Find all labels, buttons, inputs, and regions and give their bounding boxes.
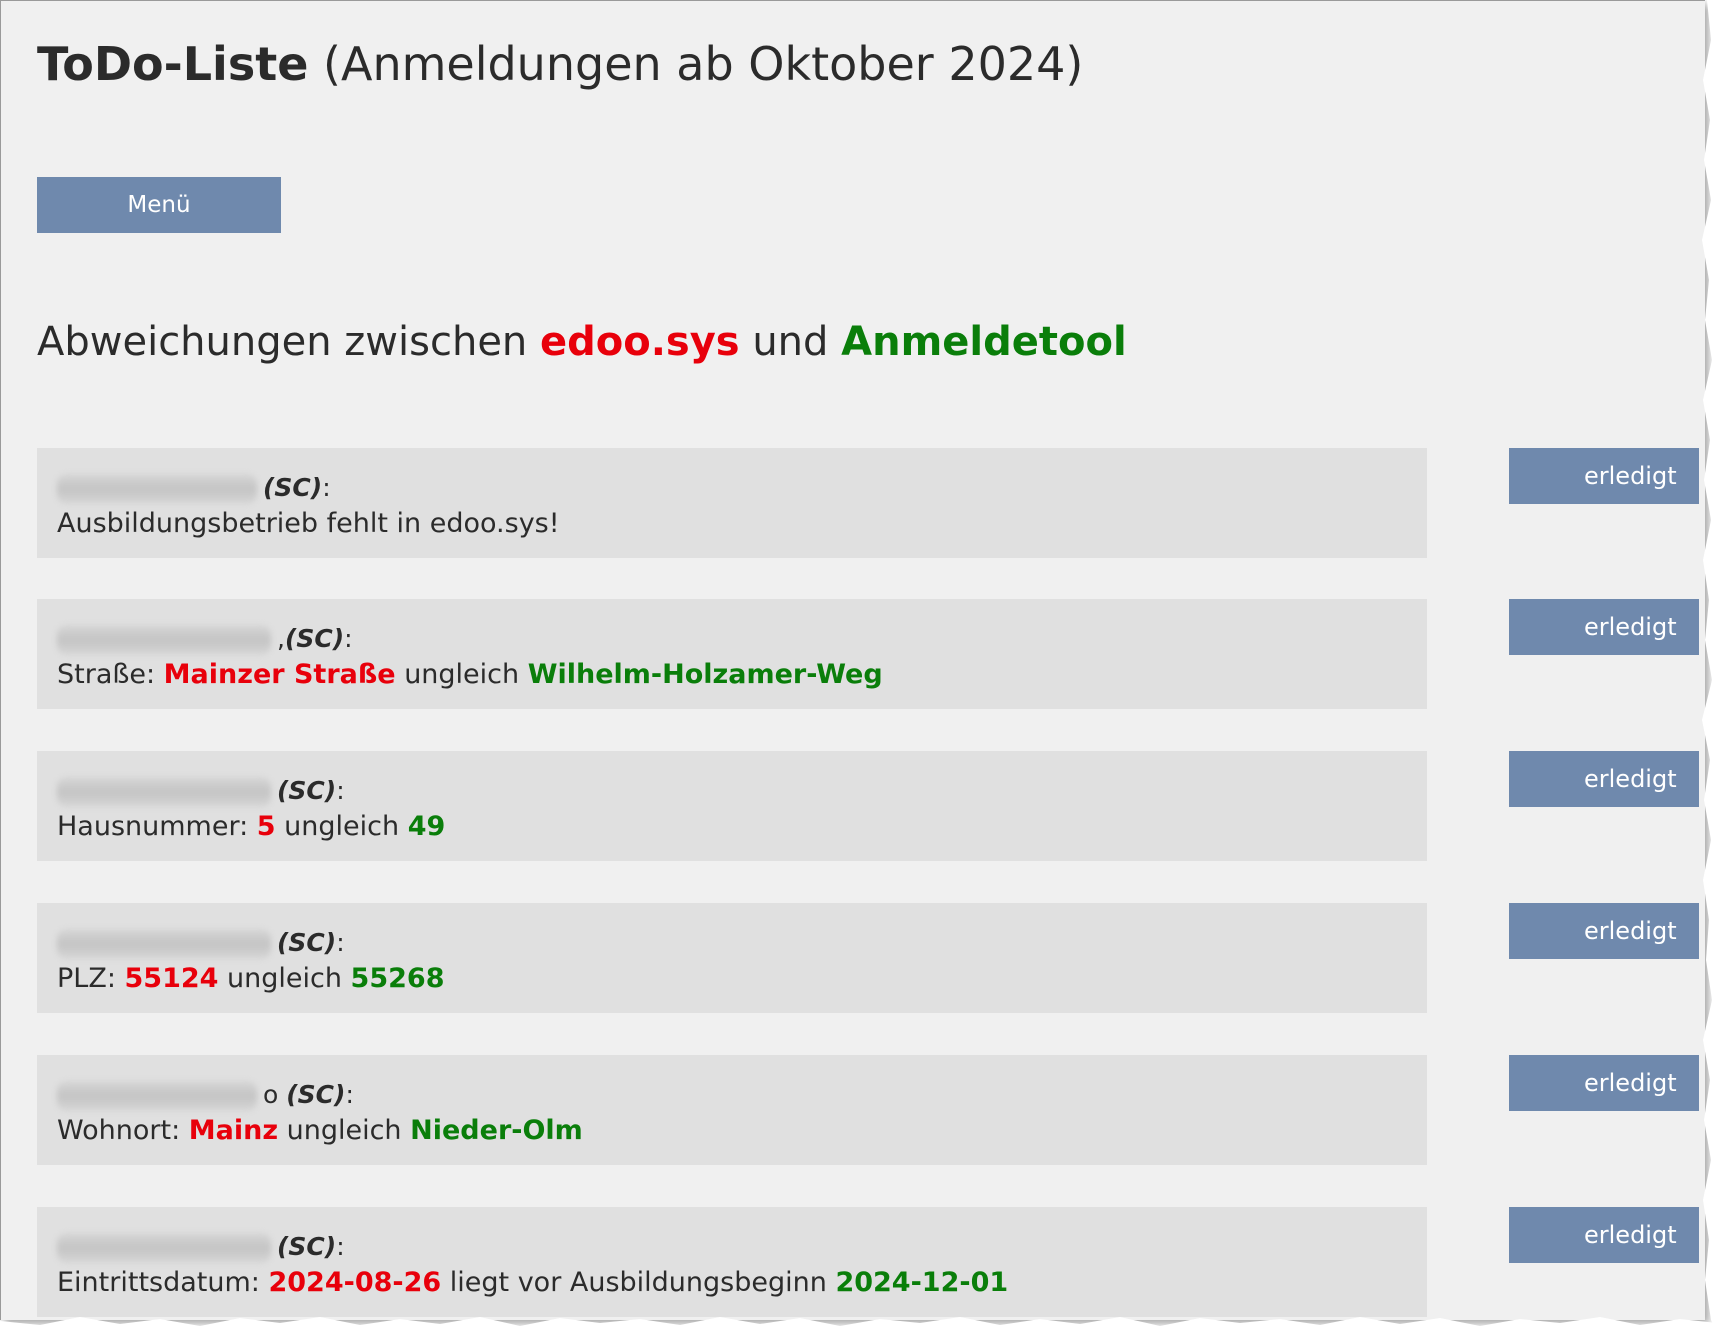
value-edoo: Mainz (188, 1115, 279, 1146)
discrepancy-row: (SC): Eintrittsdatum: 2024-08-26 liegt v… (37, 1207, 1427, 1317)
value-tool: Wilhelm-Holzamer-Weg (527, 659, 883, 690)
page-title: ToDo-Liste (Anmeldungen ab Oktober 2024) (37, 37, 1083, 91)
discrepancy-row: (SC): Ausbildungsbetrieb fehlt in edoo.s… (37, 448, 1427, 558)
page: ToDo-Liste (Anmeldungen ab Oktober 2024)… (0, 0, 1705, 1320)
section-heading: Abweichungen zwischen edoo.sys und Anmel… (37, 319, 1127, 365)
discrepancy-detail: Hausnummer: 5 ungleich 49 (57, 807, 445, 847)
redacted-name (57, 474, 257, 504)
source-edoo-label: edoo.sys (540, 319, 740, 365)
student-name: (SC): (57, 771, 345, 811)
name-suffix: , (277, 624, 285, 653)
class-tag: (SC) (277, 928, 337, 957)
discrepancy-detail: Wohnort: Mainz ungleich Nieder-Olm (57, 1111, 583, 1151)
student-name: (SC): (57, 1227, 345, 1267)
redacted-name (57, 1081, 257, 1111)
value-tool: 2024-12-01 (835, 1267, 1009, 1298)
torn-edge-bottom (0, 1317, 1717, 1333)
source-tool-label: Anmeldetool (841, 319, 1127, 365)
field-label: Wohnort: (57, 1115, 189, 1146)
value-tool: Nieder-Olm (410, 1115, 583, 1146)
discrepancy-row: (SC): PLZ: 55124 ungleich 55268 (37, 903, 1427, 1013)
page-title-subtitle: (Anmeldungen ab Oktober 2024) (308, 37, 1084, 91)
name-colon: : (345, 1080, 354, 1109)
value-edoo: 5 (256, 811, 276, 842)
field-label: PLZ: (57, 963, 125, 994)
field-label: Hausnummer: (57, 811, 257, 842)
class-tag: (SC) (286, 1080, 346, 1109)
redacted-name (57, 929, 271, 959)
discrepancy-row: o (SC): Wohnort: Mainz ungleich Nieder-O… (37, 1055, 1427, 1165)
student-name: ,(SC): (57, 619, 353, 659)
done-button[interactable]: erledigt (1509, 903, 1699, 959)
redacted-name (57, 777, 271, 807)
value-edoo: 2024-08-26 (268, 1267, 442, 1298)
value-edoo: 55124 (124, 963, 219, 994)
discrepancy-detail: Straße: Mainzer Straße ungleich Wilhelm-… (57, 655, 883, 695)
value-tool: 55268 (350, 963, 445, 994)
discrepancy-detail: Eintrittsdatum: 2024-08-26 liegt vor Aus… (57, 1263, 1008, 1303)
name-colon: : (336, 776, 345, 805)
comparison-text: ungleich (395, 659, 528, 690)
done-button[interactable]: erledigt (1509, 751, 1699, 807)
done-button[interactable]: erledigt (1509, 599, 1699, 655)
page-title-main: ToDo-Liste (37, 37, 309, 91)
comparison-text: liegt vor Ausbildungsbeginn (441, 1267, 836, 1298)
discrepancy-row: (SC): Hausnummer: 5 ungleich 49 (37, 751, 1427, 861)
student-name: (SC): (57, 468, 331, 508)
field-label: Eintrittsdatum: (57, 1267, 269, 1298)
class-tag: (SC) (284, 624, 345, 653)
value-edoo: Mainzer Straße (163, 659, 396, 690)
discrepancy-detail: Ausbildungsbetrieb fehlt in edoo.sys! (57, 508, 560, 539)
menu-button[interactable]: Menü (37, 177, 281, 233)
section-heading-prefix: Abweichungen zwischen (37, 319, 540, 365)
discrepancy-row: ,(SC): Straße: Mainzer Straße ungleich W… (37, 599, 1427, 709)
student-name: o (SC): (57, 1075, 354, 1115)
name-suffix: o (263, 1080, 279, 1109)
redacted-name (57, 625, 271, 655)
done-button[interactable]: erledigt (1509, 1207, 1699, 1263)
class-tag: (SC) (277, 776, 337, 805)
field-label: Straße: (57, 659, 164, 690)
done-button[interactable]: erledigt (1509, 448, 1699, 504)
comparison-text: ungleich (278, 1115, 411, 1146)
class-tag: (SC) (263, 473, 323, 502)
student-name: (SC): (57, 923, 345, 963)
name-colon: : (344, 624, 353, 653)
name-colon: : (322, 473, 331, 502)
value-tool: 49 (407, 811, 446, 842)
name-colon: : (336, 928, 345, 957)
name-colon: : (336, 1232, 345, 1261)
done-button[interactable]: erledigt (1509, 1055, 1699, 1111)
discrepancy-detail: PLZ: 55124 ungleich 55268 (57, 959, 444, 999)
torn-edge-right (1702, 0, 1717, 1333)
section-heading-middle: und (739, 319, 842, 365)
comparison-text: ungleich (275, 811, 408, 842)
redacted-name (57, 1233, 271, 1263)
comparison-text: ungleich (218, 963, 351, 994)
class-tag: (SC) (277, 1232, 337, 1261)
